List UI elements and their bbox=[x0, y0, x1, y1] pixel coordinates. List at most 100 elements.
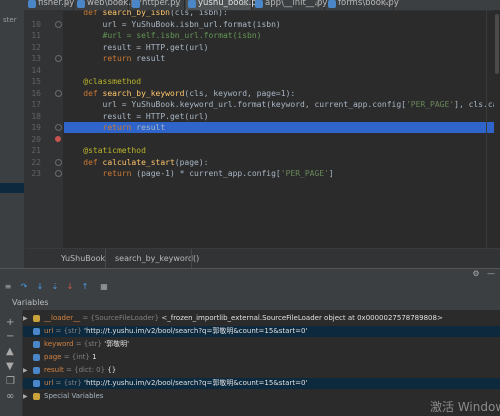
fold-marker-icon[interactable] bbox=[55, 124, 62, 131]
code-token: return bbox=[102, 54, 132, 63]
breadcrumb: YuShuBook search_by_keyword() bbox=[25, 248, 500, 269]
line-number: 12 bbox=[31, 42, 41, 52]
watch-glasses-icon[interactable]: ∞ bbox=[6, 392, 14, 402]
code-token: (page-1) * current_app.config[ bbox=[131, 169, 281, 178]
line-number: 15 bbox=[31, 77, 41, 86]
code-line[interactable]: @classmethod bbox=[64, 76, 141, 87]
code-token: result = HTTP.get(url) bbox=[64, 42, 209, 52]
code-editor[interactable]: def search_by_isbn(cls, isbn): url = YuS… bbox=[64, 10, 500, 248]
remove-watch-icon[interactable]: − bbox=[6, 332, 14, 342]
variable-row[interactable]: url = {str} 'http://t.yushu.im/v2/bool/s… bbox=[23, 326, 500, 337]
tab-forms-book[interactable]: forms\book.py × bbox=[326, 0, 399, 10]
editor-scrollbar[interactable] bbox=[494, 10, 500, 248]
add-watch-icon[interactable]: + bbox=[6, 318, 14, 328]
close-icon[interactable]: × bbox=[241, 0, 248, 10]
variable-type-icon bbox=[33, 341, 40, 348]
variable-name: Special Variables bbox=[44, 392, 104, 400]
python-file-icon bbox=[328, 0, 336, 8]
variable-value: 'http://t.yushu.im/v2/bool/search?q=郭敬明&… bbox=[84, 327, 308, 335]
expand-arrow-icon[interactable]: ▶ bbox=[23, 391, 28, 402]
code-line[interactable]: url = YuShuBook.isbn_url.format(isbn) bbox=[64, 19, 281, 30]
code-line[interactable]: #url = self.isbn_url.format(isbn) bbox=[64, 30, 262, 41]
debug-toolbar: ≡ ↷ ↓ ⇣ ↓ ↑ ▦ bbox=[0, 280, 500, 294]
code-token: return bbox=[102, 169, 132, 178]
breadcrumb-method[interactable]: search_by_keyword() bbox=[115, 254, 199, 263]
tab-yushu-book[interactable]: yushu_book.py × bbox=[186, 0, 262, 10]
code-line[interactable]: result = HTTP.get(url) bbox=[64, 42, 209, 53]
console-icon[interactable]: ≡ bbox=[4, 283, 12, 291]
python-file-icon bbox=[188, 0, 196, 8]
breakpoint-icon[interactable] bbox=[55, 135, 61, 142]
close-icon[interactable]: × bbox=[118, 0, 125, 10]
scrollbar-thumb[interactable] bbox=[495, 14, 499, 74]
close-icon[interactable]: × bbox=[63, 0, 70, 10]
step-into-my-code-icon[interactable]: ⇣ bbox=[51, 283, 59, 291]
code-line[interactable]: return result bbox=[64, 122, 166, 133]
line-number: 17 bbox=[31, 100, 41, 109]
move-up-icon[interactable]: ▲ bbox=[6, 347, 14, 357]
code-token: def bbox=[83, 157, 103, 167]
hide-icon[interactable]: — bbox=[487, 270, 495, 278]
tab-web-book[interactable]: web\book.py × bbox=[75, 0, 141, 10]
project-panel-strip: ster bbox=[0, 10, 25, 268]
variable-text: result = {dict: 0} {} bbox=[44, 365, 116, 376]
code-line[interactable]: url = YuShuBook.keyword_url.format(keywo… bbox=[64, 99, 500, 110]
code-line[interactable]: return (page-1) * current_app.config['PE… bbox=[64, 168, 334, 179]
tab-fisher[interactable]: fisher.py × bbox=[26, 0, 74, 10]
special-variables-node[interactable]: ▶ Special Variables bbox=[23, 391, 500, 402]
settings-icon[interactable]: ⚙ bbox=[472, 270, 480, 278]
close-icon[interactable]: × bbox=[174, 0, 181, 10]
code-line[interactable]: return result bbox=[64, 53, 166, 64]
code-token: search_by_keyword bbox=[102, 88, 185, 98]
variable-value: 1 bbox=[92, 353, 97, 361]
variable-row[interactable]: keyword = {str} '郭敬明' bbox=[23, 339, 500, 350]
project-selected-item[interactable] bbox=[0, 183, 24, 193]
variable-text: page = {int} 1 bbox=[44, 352, 97, 363]
step-out-icon[interactable]: ↑ bbox=[81, 283, 89, 291]
step-into-icon[interactable]: ↓ bbox=[36, 283, 44, 291]
variable-row[interactable]: url = {str} 'http://t.yushu.im/v2/bool/s… bbox=[23, 378, 500, 389]
force-step-into-icon[interactable]: ↓ bbox=[66, 283, 74, 291]
variable-type: = {str} bbox=[55, 327, 82, 335]
copy-icon[interactable]: ❐ bbox=[6, 377, 15, 387]
breadcrumb-class[interactable]: YuShuBook bbox=[61, 254, 105, 263]
code-token: #url = self.isbn_url.format(isbn) bbox=[64, 31, 262, 40]
variable-row[interactable]: ▶ result = {dict: 0} {} bbox=[23, 365, 500, 376]
code-token: result = HTTP.get(url) bbox=[64, 111, 209, 121]
close-icon[interactable]: × bbox=[314, 0, 321, 10]
code-token: url = YuShuBook.keyword_url.format(keywo… bbox=[64, 100, 406, 109]
variable-type-icon bbox=[33, 354, 40, 361]
tab-httper[interactable]: httper.py × bbox=[130, 0, 185, 10]
fold-marker-icon[interactable] bbox=[55, 20, 62, 28]
expand-arrow-icon[interactable]: ▶ bbox=[23, 313, 28, 324]
variable-type-icon bbox=[33, 380, 40, 387]
code-line[interactable]: def search_by_isbn(cls, isbn): bbox=[64, 10, 228, 18]
fold-marker-icon[interactable] bbox=[55, 55, 62, 62]
variable-row[interactable]: ▶ __loader__ = {SourceFileLoader} <_froze… bbox=[23, 313, 500, 324]
variable-type: = {str} bbox=[75, 340, 102, 348]
evaluate-icon[interactable]: ▦ bbox=[100, 283, 108, 291]
fold-marker-icon[interactable] bbox=[55, 158, 62, 166]
move-down-icon[interactable]: ▼ bbox=[6, 362, 14, 372]
code-token: result bbox=[131, 54, 166, 63]
step-over-icon[interactable]: ↷ bbox=[20, 283, 28, 291]
code-line[interactable]: def search_by_keyword(cls, keyword, page… bbox=[64, 88, 295, 99]
tab-app-init[interactable]: app\__init__.py × bbox=[253, 0, 327, 10]
variable-type: = {SourceFileLoader} bbox=[82, 314, 160, 322]
fold-marker-icon[interactable] bbox=[55, 170, 62, 177]
code-token: result bbox=[131, 123, 166, 132]
variables-tree: ▶ __loader__ = {SourceFileLoader} <_froze… bbox=[23, 310, 500, 416]
code-line[interactable]: def calculate_start(page): bbox=[64, 157, 208, 168]
expand-arrow-icon[interactable]: ▶ bbox=[23, 365, 28, 376]
variable-text: __loader__ = {SourceFileLoader} <_frozen… bbox=[44, 313, 443, 324]
variable-name: __loader__ bbox=[44, 314, 81, 322]
code-line[interactable]: @staticmethod bbox=[64, 145, 146, 156]
variable-text: keyword = {str} '郭敬明' bbox=[44, 339, 129, 350]
code-line[interactable]: result = HTTP.get(url) bbox=[64, 111, 209, 122]
fold-marker-icon[interactable] bbox=[55, 89, 62, 97]
close-icon[interactable]: × bbox=[383, 0, 390, 10]
variable-row[interactable]: page = {int} 1 bbox=[23, 352, 500, 363]
